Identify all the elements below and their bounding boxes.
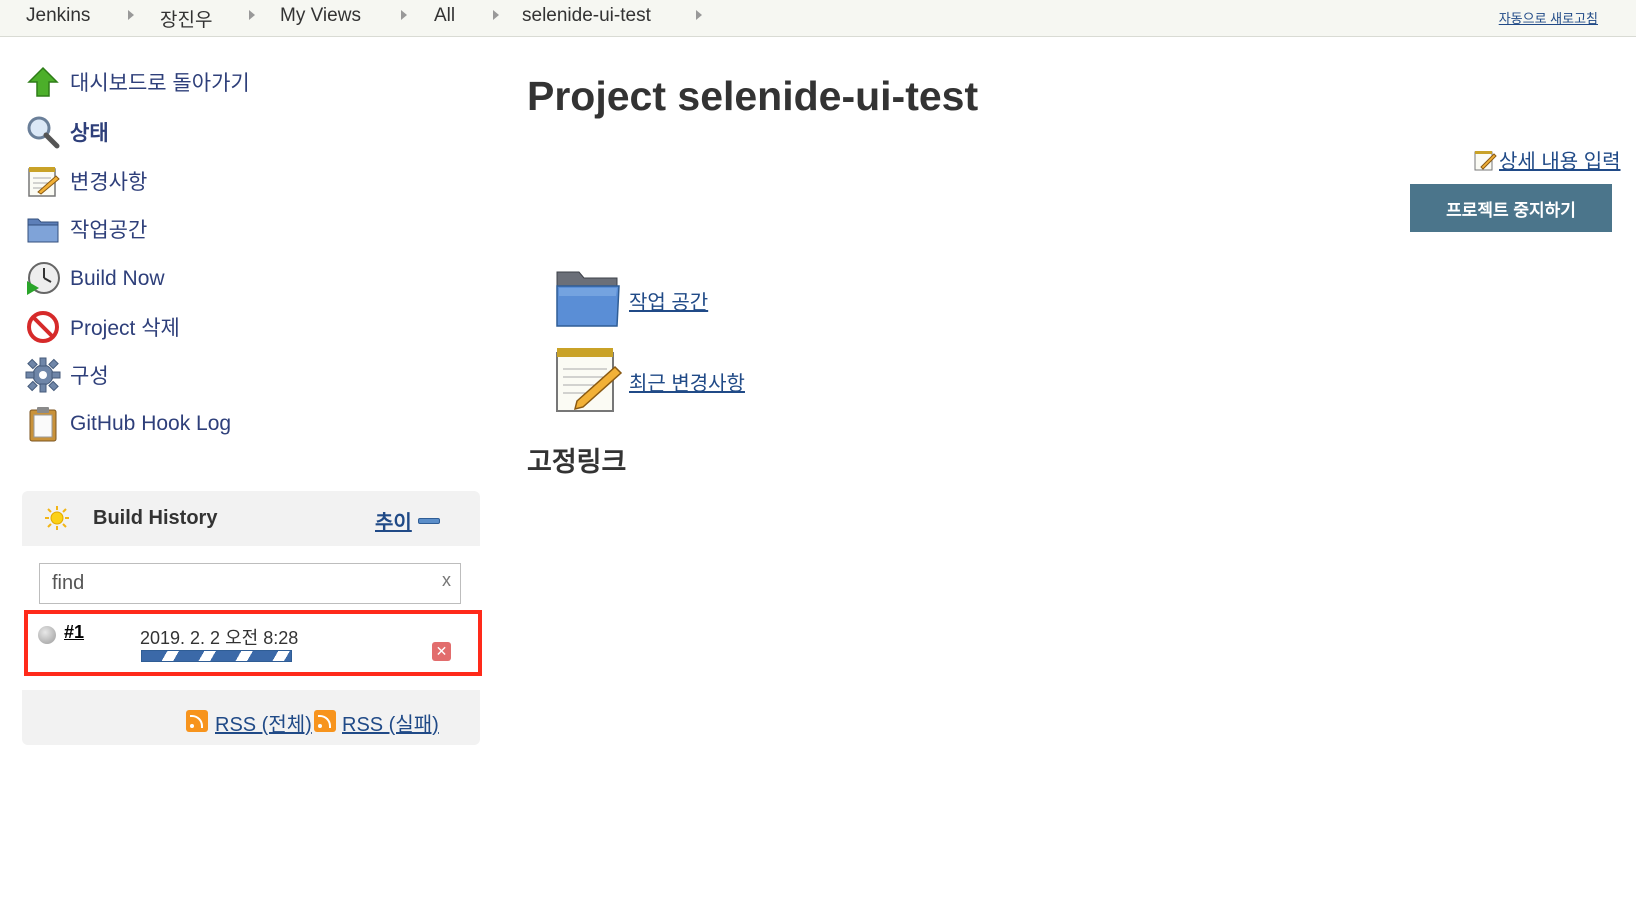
rss-icon[interactable]	[314, 710, 336, 732]
gear-icon	[24, 357, 62, 393]
breadcrumb-separator-icon[interactable]	[493, 10, 499, 20]
build-number-link[interactable]: #1	[64, 622, 84, 643]
build-history-footer: RSS (전체) RSS (실패)	[22, 690, 480, 745]
workspace-link[interactable]: 작업 공간	[553, 266, 708, 335]
notepad-icon[interactable]	[553, 345, 623, 418]
edit-icon[interactable]	[1473, 148, 1497, 172]
task-build-now[interactable]: Build Now	[24, 261, 165, 297]
folder-icon	[24, 211, 62, 247]
build-row: #1 2019. 2. 2 오전 8:28 ✕	[24, 610, 482, 676]
rss-all-link[interactable]: RSS (전체)	[215, 708, 312, 737]
build-search-box[interactable]: x	[39, 563, 461, 604]
breadcrumb-my-views[interactable]: My Views	[280, 5, 361, 27]
collapse-icon[interactable]	[418, 518, 440, 524]
breadcrumb-all[interactable]: All	[434, 5, 455, 27]
task-status[interactable]: 상태	[24, 114, 109, 150]
task-label[interactable]: Project 삭제	[70, 312, 180, 342]
no-entry-icon	[24, 309, 62, 345]
build-history-title: Build History	[93, 507, 218, 529]
task-workspace[interactable]: 작업공간	[24, 211, 147, 247]
auto-refresh-link[interactable]: 자동으로 새로고침	[1499, 8, 1598, 27]
task-delete-project[interactable]: Project 삭제	[24, 309, 180, 345]
clear-search-icon[interactable]: x	[442, 570, 451, 591]
weather-sunny-icon	[44, 505, 70, 536]
task-label[interactable]: 상태	[70, 117, 109, 147]
task-configure[interactable]: 구성	[24, 357, 109, 393]
breadcrumb-separator-icon[interactable]	[128, 10, 134, 20]
cancel-build-icon[interactable]: ✕	[432, 642, 451, 661]
edit-description-link[interactable]: 상세 내용 입력	[1473, 145, 1621, 174]
breadcrumb-jenkins[interactable]: Jenkins	[26, 5, 90, 27]
permalinks-heading: 고정링크	[527, 447, 627, 477]
page-title: Project selenide-ui-test	[527, 73, 979, 119]
breadcrumb-separator-icon[interactable]	[249, 10, 255, 20]
task-changes[interactable]: 변경사항	[24, 163, 147, 199]
breadcrumb: Jenkins 장진우 My Views All selenide-ui-tes…	[0, 0, 1636, 37]
build-date: 2019. 2. 2 오전 8:28	[140, 628, 299, 648]
magnifier-icon	[24, 114, 62, 150]
recent-changes-link[interactable]: 최근 변경사항	[553, 345, 745, 418]
build-search-input[interactable]	[40, 564, 430, 603]
task-label[interactable]: 대시보드로 돌아가기	[70, 67, 250, 97]
rss-icon[interactable]	[186, 710, 208, 732]
task-label[interactable]: Build Now	[70, 267, 165, 291]
workspace-link-label[interactable]: 작업 공간	[629, 286, 708, 315]
build-history-trend-link[interactable]: 추이	[375, 506, 412, 535]
task-label[interactable]: 작업공간	[70, 214, 147, 244]
rss-failed-link[interactable]: RSS (실패)	[342, 708, 439, 737]
task-label[interactable]: GitHub Hook Log	[70, 412, 231, 436]
task-github-hook-log[interactable]: GitHub Hook Log	[24, 406, 231, 442]
build-history-widget: Build History 추이 x #1 2019. 2. 2 오전 8:28…	[22, 491, 482, 745]
recent-changes-link-label[interactable]: 최근 변경사항	[629, 367, 745, 396]
edit-description-label[interactable]: 상세 내용 입력	[1499, 145, 1621, 174]
breadcrumb-separator-icon[interactable]	[696, 10, 702, 20]
up-arrow-icon	[24, 64, 62, 100]
notepad-icon	[24, 163, 62, 199]
breadcrumb-project[interactable]: selenide-ui-test	[522, 5, 651, 27]
clipboard-icon	[24, 406, 62, 442]
task-label[interactable]: 변경사항	[70, 166, 147, 196]
task-label[interactable]: 구성	[70, 360, 109, 390]
task-back-to-dashboard[interactable]: 대시보드로 돌아가기	[24, 64, 250, 100]
build-history-header: Build History 추이	[22, 491, 480, 546]
build-status-ball-icon	[38, 626, 56, 644]
disable-project-button[interactable]: 프로젝트 중지하기	[1410, 184, 1612, 232]
folder-icon[interactable]	[553, 266, 623, 335]
breadcrumb-separator-icon[interactable]	[401, 10, 407, 20]
build-progress-bar[interactable]	[141, 650, 292, 662]
build-history-body: x #1 2019. 2. 2 오전 8:28 ✕	[22, 546, 482, 690]
clock-icon	[24, 261, 62, 297]
breadcrumb-user[interactable]: 장진우	[160, 5, 212, 32]
